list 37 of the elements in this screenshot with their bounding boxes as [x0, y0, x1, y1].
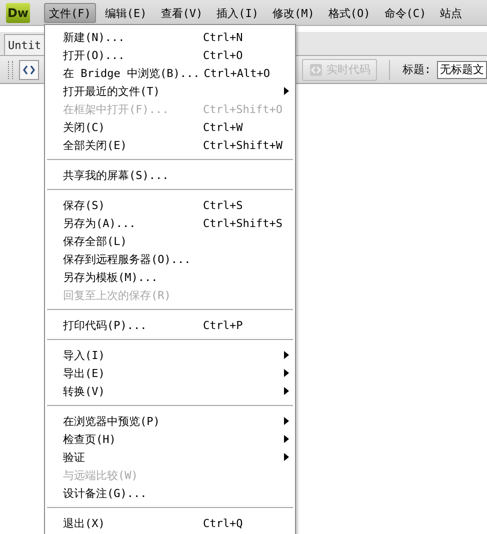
code-icon [23, 64, 35, 76]
menu-bar-item[interactable]: 文件(F) [44, 2, 96, 22]
menu-bar-item[interactable]: 插入(I) [212, 2, 264, 22]
menu-item[interactable]: 打印代码(P)... Ctrl+P [45, 316, 295, 334]
menu-item[interactable]: 保存(S) Ctrl+S [45, 196, 295, 214]
menu-item[interactable]: 转换(V) [45, 382, 295, 400]
menu-item[interactable]: 打开最近的文件(T) [45, 82, 295, 100]
code-view-button[interactable] [19, 60, 39, 80]
menu-item[interactable]: 另存为(A)... Ctrl+Shift+S [45, 214, 295, 232]
menu-bar-item[interactable]: 查看(V) [156, 2, 208, 22]
menu-item[interactable]: 关闭(C) Ctrl+W [45, 118, 295, 136]
menu-item[interactable]: 另存为模板(M)... [45, 268, 295, 286]
menu-item[interactable]: 打开(O)... Ctrl+O [45, 46, 295, 64]
menu-item[interactable]: 共享我的屏幕(S)... [45, 166, 295, 184]
code-icon [309, 62, 324, 76]
menu-item[interactable]: 新建(N)... Ctrl+N [45, 28, 295, 46]
title-field[interactable]: 无标题文 [437, 60, 487, 78]
menu-item[interactable]: 导入(I) [45, 346, 295, 364]
menu-bar-item[interactable]: 格式(O) [323, 2, 376, 22]
menu-item[interactable]: 设计备注(G)... [45, 484, 295, 502]
menu-item[interactable]: 导出(E) [45, 364, 295, 382]
menu-bar-item[interactable]: 站点 [435, 2, 468, 22]
app-logo: Dw [6, 2, 30, 22]
document-tab[interactable]: Untit [4, 34, 46, 55]
menu-item[interactable]: 检查页(H) [45, 430, 295, 448]
menu-item[interactable]: 验证 [45, 448, 295, 466]
menu-bar-item[interactable]: 修改(M) [268, 2, 320, 22]
menu-bar-item[interactable]: 命令(C) [379, 2, 432, 22]
menu-item[interactable]: 在浏览器中预览(P) [45, 412, 295, 430]
menu-bar-item[interactable]: 编辑(E) [100, 2, 152, 22]
menu-item[interactable]: 保存到远程服务器(O)... [45, 250, 295, 268]
toolbar-grip [8, 60, 13, 78]
menu-item[interactable]: 在 Bridge 中浏览(B)... Ctrl+Alt+O [45, 64, 295, 82]
menu-item[interactable]: 保存全部(L) [45, 232, 295, 250]
title-label: 标题: [402, 62, 431, 77]
menu-item[interactable]: 退出(X) Ctrl+Q [45, 514, 295, 532]
menu-item[interactable]: 全部关闭(E) Ctrl+Shift+W [45, 136, 295, 154]
